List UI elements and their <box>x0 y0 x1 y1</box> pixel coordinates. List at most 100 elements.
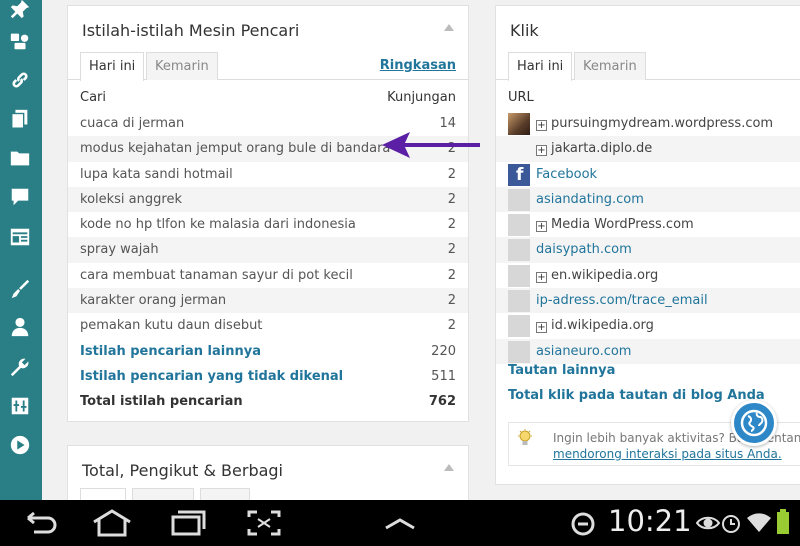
panel-title: Total, Pengikut & Berbagi <box>82 461 283 480</box>
lightbulb-icon <box>518 429 532 445</box>
pages-icon[interactable] <box>7 106 33 132</box>
pin-icon[interactable] <box>7 0 33 22</box>
list-item: + Media WordPress.com <box>496 212 800 237</box>
clicks-tabs: Hari ini Kemarin <box>496 52 800 81</box>
url-label: id.wikipedia.org <box>551 318 654 334</box>
tools-icon[interactable] <box>7 354 33 380</box>
appearance-icon[interactable] <box>7 276 33 302</box>
tab-today[interactable]: Hari ini <box>80 52 145 81</box>
visit-count: 2 <box>447 217 456 233</box>
url-link[interactable]: Facebook <box>536 162 597 187</box>
globe-icon <box>740 409 768 437</box>
clicks-list: + pursuingmydream.wordpress.com + jakarta.d… <box>496 111 800 364</box>
table-row: koleksi anggrek 2 <box>68 186 468 213</box>
link-icon[interactable] <box>7 67 33 93</box>
unknown-terms-link[interactable]: Istilah pencarian yang tidak dikenal <box>80 369 343 384</box>
visit-count: 2 <box>447 293 456 309</box>
favicon-placeholder <box>508 315 530 338</box>
url-group[interactable]: + Media WordPress.com <box>536 212 694 237</box>
tab-partial[interactable] <box>132 488 194 500</box>
tip-link[interactable]: mendorong interaksi pada situs Anda. <box>553 447 782 461</box>
url-label: en.wikipedia.org <box>551 267 659 283</box>
avatar <box>508 113 530 135</box>
visit-count: 2 <box>447 267 456 283</box>
favicon-placeholder <box>508 340 530 363</box>
feedback-icon[interactable] <box>7 224 33 250</box>
table-row: cara membuat tanaman sayur di pot kecil 2 <box>68 263 468 288</box>
url-link[interactable]: daisypath.com <box>536 237 632 262</box>
expand-icon[interactable]: + <box>536 145 547 157</box>
visit-count: 220 <box>431 343 456 359</box>
unknown-terms-row: Istilah pencarian yang tidak dikenal 511 <box>68 363 468 390</box>
collapse-arrow-icon[interactable] <box>444 464 454 471</box>
url-group[interactable]: + id.wikipedia.org <box>536 313 654 338</box>
tab-yesterday[interactable]: Kemarin <box>574 52 646 80</box>
summary-link[interactable]: Ringkasan <box>380 58 456 73</box>
term: pemakan kutu daun disebut <box>80 318 263 334</box>
url-link[interactable]: ip-adress.com/trace_email <box>536 288 708 313</box>
term: kode no hp tlfon ke malasia dari indones… <box>80 217 356 233</box>
total-clicks-link[interactable]: Total klik pada tautan di blog Anda <box>508 388 765 403</box>
col-visits: Kunjungan <box>387 90 456 105</box>
more-terms-link[interactable]: Istilah pencarian lainnya <box>80 344 261 359</box>
expand-icon[interactable]: + <box>536 120 547 131</box>
search-tabs: Hari ini Kemarin Ringkasan <box>68 52 468 81</box>
panel-title: Istilah-istilah Mesin Pencari <box>82 21 300 40</box>
expand-icon[interactable]: + <box>536 221 547 233</box>
media-icon[interactable] <box>7 28 33 54</box>
total-count: 762 <box>428 394 456 410</box>
term: koleksi anggrek <box>80 191 182 207</box>
more-terms-row: Istilah pencarian lainnya 220 <box>68 338 468 364</box>
settings-icon[interactable] <box>7 393 33 419</box>
users-icon[interactable] <box>7 314 33 340</box>
table-row: kode no hp tlfon ke malasia dari indones… <box>68 212 468 237</box>
collapse-menu-icon[interactable] <box>7 432 33 458</box>
table-header: Cari Kunjungan <box>80 90 456 105</box>
globe-button[interactable] <box>731 400 777 446</box>
home-icon[interactable] <box>90 508 134 542</box>
favicon-placeholder <box>508 264 530 287</box>
visit-count: 2 <box>447 318 456 334</box>
minus-circle-icon <box>570 511 596 541</box>
list-item: ip-adress.com/trace_email <box>496 288 800 314</box>
url-link[interactable]: asiandating.com <box>536 187 644 212</box>
url-link[interactable]: asianeuro.com <box>536 339 631 364</box>
term: karakter orang jerman <box>80 293 227 309</box>
facebook-icon <box>508 163 530 188</box>
tab-partial[interactable] <box>200 488 250 500</box>
favicon-placeholder <box>508 239 530 262</box>
system-navbar: 10:21 <box>0 500 800 546</box>
col-url: URL <box>508 90 534 105</box>
visit-count: 2 <box>447 242 456 258</box>
back-icon[interactable] <box>20 508 60 542</box>
total-row: Total istilah pencarian 762 <box>68 389 468 415</box>
collapse-arrow-icon[interactable] <box>444 24 454 31</box>
list-item: asiandating.com <box>496 186 800 213</box>
screenshot-icon[interactable] <box>244 508 284 542</box>
list-item: + en.wikipedia.org <box>496 263 800 288</box>
tab-partial[interactable] <box>80 488 126 500</box>
url-group[interactable]: + jakarta.diplo.de <box>536 136 652 161</box>
url-label: daisypath.com <box>536 242 632 258</box>
more-links-link[interactable]: Tautan lainnya <box>508 363 615 378</box>
eye-icon <box>695 512 721 538</box>
visit-count: 511 <box>431 368 456 384</box>
url-group[interactable]: + pursuingmydream.wordpress.com <box>536 111 773 136</box>
folder-icon[interactable] <box>7 145 33 171</box>
recent-apps-icon[interactable] <box>168 508 208 542</box>
chevron-up-icon[interactable] <box>382 508 418 542</box>
comments-icon[interactable] <box>7 184 33 210</box>
url-group[interactable]: + en.wikipedia.org <box>536 263 658 288</box>
expand-icon[interactable]: + <box>536 271 547 283</box>
list-item: + jakarta.diplo.de <box>496 136 800 162</box>
table-row: spray wajah 2 <box>68 237 468 263</box>
panel-title: Klik <box>510 21 539 40</box>
url-label: asianeuro.com <box>536 343 632 359</box>
tab-yesterday[interactable]: Kemarin <box>146 52 218 80</box>
url-label: Media WordPress.com <box>551 217 694 233</box>
url-label: jakarta.diplo.de <box>551 141 653 157</box>
tab-today[interactable]: Hari ini <box>508 52 573 81</box>
clock: 10:21 <box>608 504 692 538</box>
expand-icon[interactable]: + <box>536 322 547 334</box>
term: cuaca di jerman <box>80 116 185 131</box>
